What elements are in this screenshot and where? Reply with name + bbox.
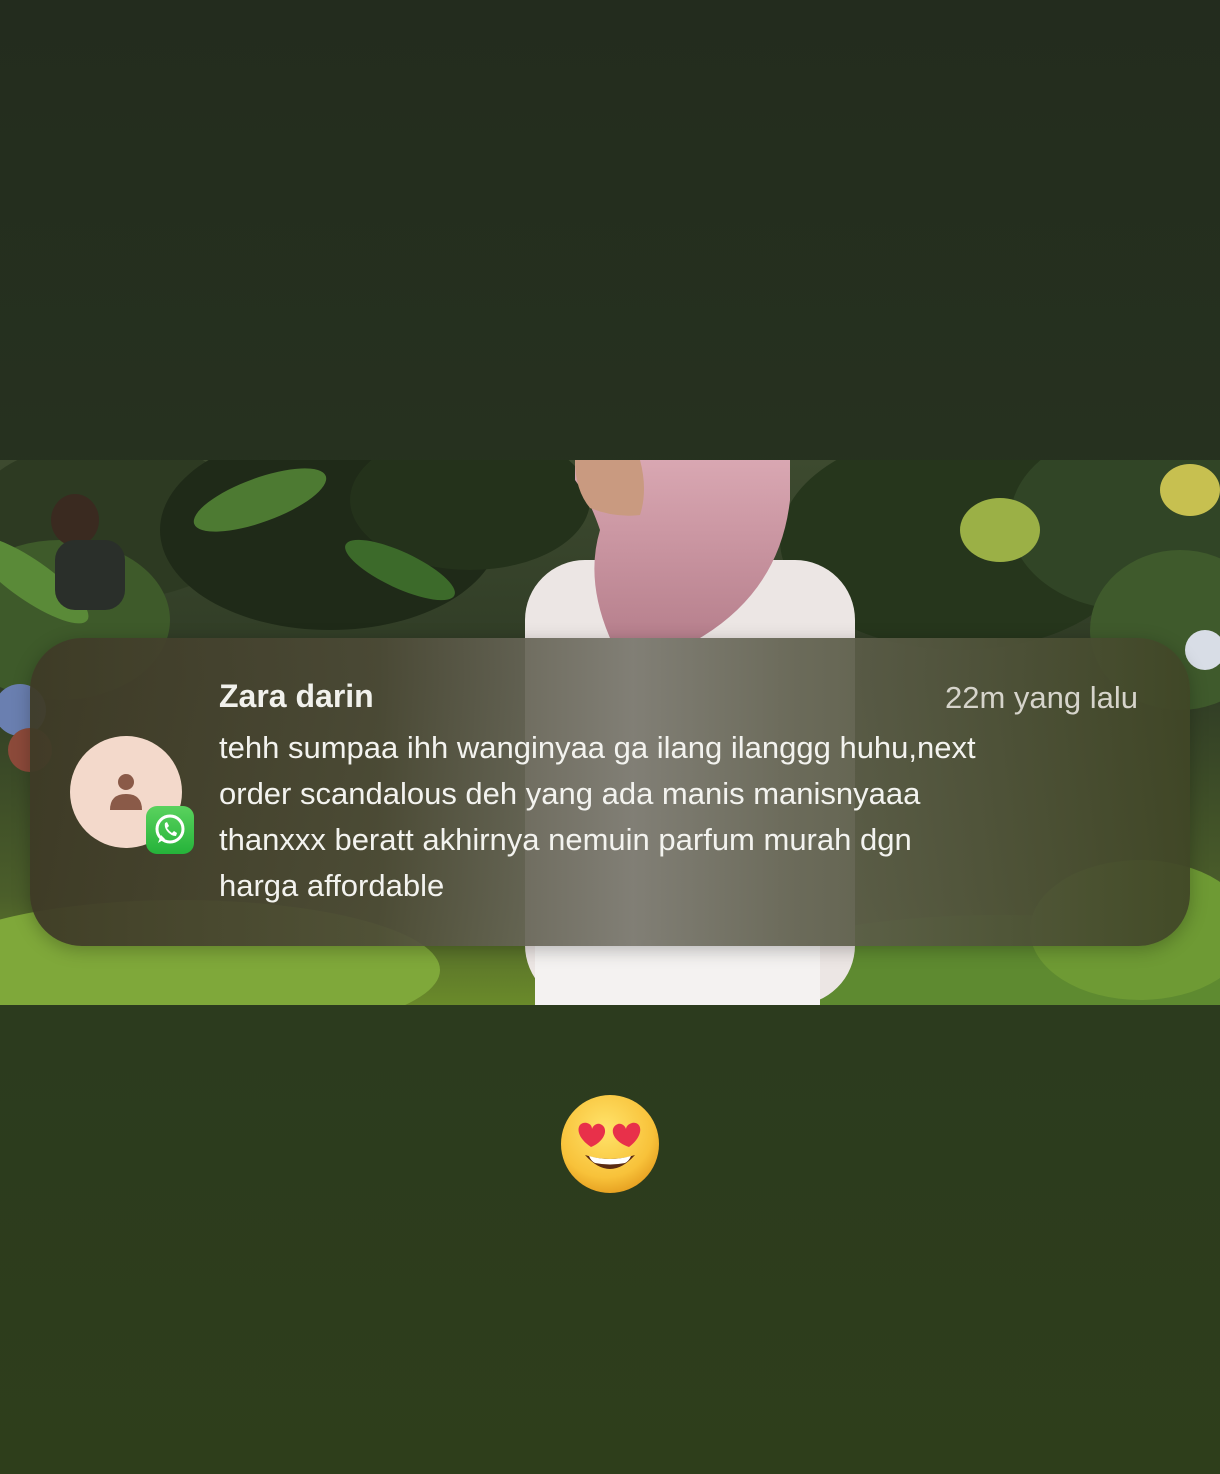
sender-name: Zara darin [219,678,374,714]
message-preview: tehh sumpaa ihh wanginyaa ga ilang ilang… [219,725,1159,909]
message-line: thanxxx beratt akhirnya nemuin parfum mu… [219,822,912,857]
whatsapp-icon [146,806,194,854]
message-line: harga affordable [219,868,445,903]
message-line: order scandalous deh yang ada manis mani… [219,776,921,811]
heart-eyes-emoji [559,1093,661,1195]
person-icon [110,774,142,810]
message-line: tehh sumpaa ihh wanginyaa ga ilang ilang… [219,730,976,765]
notification-card[interactable]: Zara darin 22m yang lalu tehh sumpaa ihh… [30,638,1190,946]
notification-timestamp: 22m yang lalu [944,680,1138,715]
